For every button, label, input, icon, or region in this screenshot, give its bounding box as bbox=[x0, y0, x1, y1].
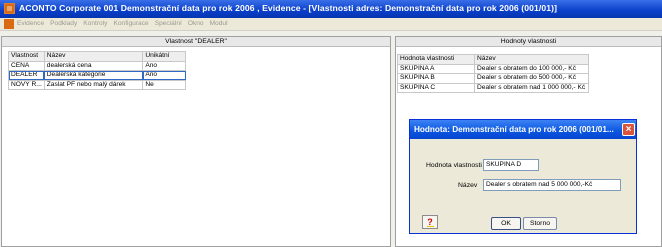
cell-name[interactable]: Zaslat PF nebo malý dárek bbox=[43, 79, 144, 90]
document-icon[interactable] bbox=[4, 19, 14, 29]
menu-items: Evidence Podklady Kontroly Konfigurace S… bbox=[17, 20, 228, 27]
name-input[interactable]: Dealer s obratem nad 5 000 000,-Kč bbox=[483, 179, 621, 191]
close-icon[interactable]: × bbox=[622, 123, 635, 136]
column-header-nazev[interactable]: Název bbox=[474, 54, 589, 65]
menu-item-evidence[interactable]: Evidence bbox=[17, 20, 44, 27]
menu-item-konfigurace[interactable]: Konfigurace bbox=[113, 20, 148, 27]
menu-item-specialni[interactable]: Speciální bbox=[155, 20, 182, 27]
cell-name[interactable]: Dealer s obratem do 500 000,- Kč bbox=[474, 73, 589, 84]
app-icon bbox=[4, 3, 15, 14]
values-table: Hodnota vlastnosti Název SKUPINA A Deale… bbox=[396, 54, 589, 93]
menu-item-okno[interactable]: Okno bbox=[188, 20, 204, 27]
properties-panel: Vlastnost "DEALER" Vlastnost Název Uniká… bbox=[1, 36, 391, 247]
cell-property[interactable]: NOVÝ R... bbox=[8, 79, 45, 90]
column-header-nazev[interactable]: Název bbox=[43, 51, 144, 62]
column-header-unikatni[interactable]: Unikátní bbox=[142, 51, 186, 62]
cell-value[interactable]: SKUPINA A bbox=[396, 63, 476, 74]
cell-property[interactable]: DEALER bbox=[8, 70, 45, 81]
cancel-button[interactable]: Storno bbox=[523, 217, 557, 230]
table-row[interactable]: NOVÝ R... Zaslat PF nebo malý dárek Ne bbox=[8, 79, 186, 90]
table-header-row: Vlastnost Název Unikátní bbox=[8, 51, 186, 62]
cell-name[interactable]: Dealer s obratem nad 1 000 000,- Kč bbox=[474, 82, 589, 93]
values-panel-header: Hodnoty vlastnosti bbox=[396, 37, 661, 47]
table-row[interactable]: SKUPINA A Dealer s obratem do 100 000,- … bbox=[396, 63, 589, 74]
window-title: ACONTO Corporate 001 Demonstrační data p… bbox=[19, 3, 558, 13]
name-label: Název bbox=[458, 182, 478, 189]
column-header-hodnota[interactable]: Hodnota vlastnosti bbox=[396, 54, 476, 65]
table-header-row: Hodnota vlastnosti Název bbox=[396, 54, 589, 65]
table-row[interactable]: CENA dealerská cena Ano bbox=[8, 60, 186, 71]
value-input[interactable]: SKUPINA D bbox=[483, 159, 539, 171]
cell-name[interactable]: Dealer s obratem do 100 000,- Kč bbox=[474, 63, 589, 74]
cell-unique[interactable]: Ano bbox=[142, 60, 186, 71]
title-bar: ACONTO Corporate 001 Demonstrační data p… bbox=[0, 0, 662, 18]
cell-value[interactable]: SKUPINA B bbox=[396, 73, 476, 84]
ok-button[interactable]: OK bbox=[491, 217, 521, 230]
cell-property[interactable]: CENA bbox=[8, 60, 45, 71]
column-header-vlastnost[interactable]: Vlastnost bbox=[8, 51, 45, 62]
menu-item-modul[interactable]: Modul bbox=[210, 20, 228, 27]
help-label: ? bbox=[427, 217, 433, 227]
cell-name[interactable]: Dealerská kategorie bbox=[43, 70, 144, 81]
properties-table: Vlastnost Název Unikátní CENA dealerská … bbox=[8, 51, 186, 90]
cell-value[interactable]: SKUPINA C bbox=[396, 82, 476, 93]
menu-item-podklady[interactable]: Podklady bbox=[50, 20, 77, 27]
menu-bar: Evidence Podklady Kontroly Konfigurace S… bbox=[0, 18, 662, 31]
help-icon[interactable]: ? bbox=[422, 215, 438, 229]
properties-panel-header: Vlastnost "DEALER" bbox=[2, 37, 390, 47]
cell-name[interactable]: dealerská cena bbox=[43, 60, 144, 71]
cell-unique[interactable]: Ano bbox=[142, 70, 186, 81]
menu-item-kontroly[interactable]: Kontroly bbox=[83, 20, 107, 27]
table-row-selected[interactable]: DEALER Dealerská kategorie Ano bbox=[8, 70, 186, 81]
table-row[interactable]: SKUPINA B Dealer s obratem do 500 000,- … bbox=[396, 73, 589, 84]
value-dialog: Hodnota: Demonstrační data pro rok 2006 … bbox=[409, 119, 637, 234]
cell-unique[interactable]: Ne bbox=[142, 79, 186, 90]
dialog-title: Hodnota: Demonstrační data pro rok 2006 … bbox=[410, 120, 636, 139]
value-label: Hodnota vlastnosti bbox=[426, 162, 482, 169]
table-row[interactable]: SKUPINA C Dealer s obratem nad 1 000 000… bbox=[396, 82, 589, 93]
